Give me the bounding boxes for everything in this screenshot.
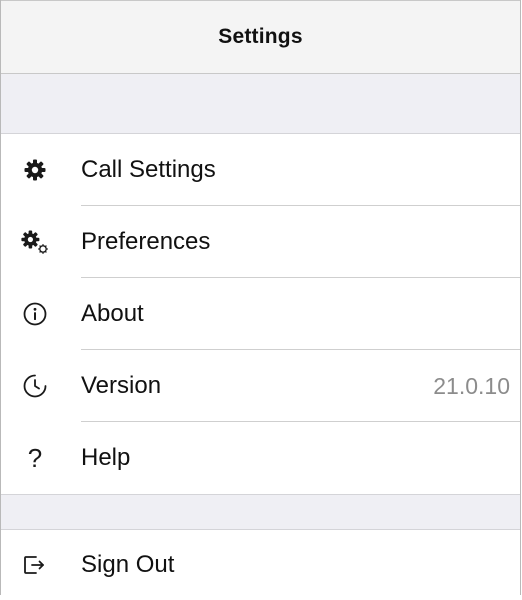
menu-item-about[interactable]: About [1,278,520,350]
gear-icon [18,158,52,182]
clock-icon [18,373,52,399]
sign-out-icon [18,553,52,577]
menu-item-version[interactable]: Version 21.0.10 [1,350,520,422]
menu-item-label: Preferences [81,228,211,255]
settings-list: Call Settings Preferences About Version … [1,134,520,494]
info-icon [18,301,52,327]
menu-item-label: About [81,300,144,327]
section-spacer [1,74,520,134]
menu-item-label: Help [81,444,131,471]
navigation-bar: Settings [1,0,520,74]
menu-item-label: Sign Out [81,551,175,578]
menu-item-label: Call Settings [81,156,216,183]
menu-item-help[interactable]: ? Help [1,422,520,494]
menu-item-label: Version [81,372,162,399]
question-icon: ? [27,443,43,473]
settings-screen: Settings Call Settings Preferences About… [0,0,521,600]
gears-icon [18,229,52,255]
menu-item-preferences[interactable]: Preferences [1,206,520,278]
version-value: 21.0.10 [433,372,510,399]
section-spacer [1,494,520,530]
sign-out-button[interactable]: Sign Out [1,530,520,600]
page-title: Settings [218,25,303,48]
menu-item-call-settings[interactable]: Call Settings [1,134,520,206]
account-list: Sign Out [1,530,520,600]
